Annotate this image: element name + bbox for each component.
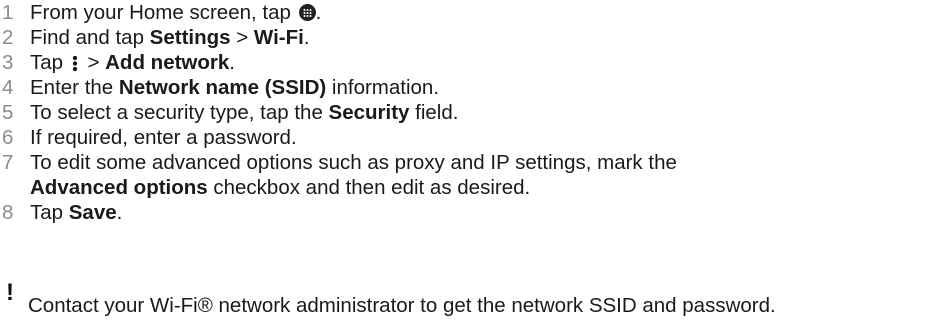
step-text: Tap Save. [30,200,941,225]
advanced-options-label: Advanced options [30,176,208,199]
step-5: 5 To select a security type, tap the Sec… [0,100,941,125]
step-text-part: Find and tap [30,26,150,49]
step-number: 5 [2,101,14,124]
step-text-part: > [230,26,254,49]
step-text: If required, enter a password. [30,126,297,149]
step-number: 2 [2,26,14,49]
step-text-part: From your Home screen, tap [30,1,297,24]
step-text-part: . [303,26,310,49]
save-label: Save [68,201,117,224]
note-text: Contact your Wi-Fi® network administrato… [28,294,776,317]
step-text: To select a security type, tap the Secur… [30,100,941,125]
step-text-part: To select a security type, tap the [30,101,329,124]
step-text-part: Tap [30,51,69,74]
step-3: 3 Tap > Add network. [0,50,941,75]
tip-note: ! Contact your Wi-Fi® network administra… [0,281,941,321]
step-text-part: . [315,1,322,24]
step-text-line: Advanced options checkbox and then edit … [30,175,941,200]
step-text-part: . [229,51,235,74]
step-number: 3 [2,51,14,74]
step-number: 1 [2,1,14,24]
step-text-part: Enter the [30,76,119,99]
step-text-part: Tap [30,201,69,224]
step-text-part: field. [409,101,459,124]
step-1: 1 From your Home screen, tap . [0,0,941,25]
step-8: 8 Tap Save. [0,200,941,225]
step-text-part: . [116,201,123,224]
apps-grid-icon [298,4,316,21]
step-4: 4 Enter the Network name (SSID) informat… [0,75,941,100]
step-7: 7 To edit some advanced options such as … [0,150,941,200]
network-name-label: Network name (SSID) [118,76,327,99]
step-6: 6 If required, enter a password. [0,125,941,150]
more-options-icon [71,53,79,72]
step-2: 2 Find and tap Settings > Wi-Fi. [0,25,941,50]
step-number: 6 [2,126,14,149]
step-text: From your Home screen, tap . [30,0,941,25]
step-number: 4 [2,76,14,99]
step-text-part: To edit some advanced options such as pr… [30,151,677,174]
step-number: 7 [2,151,14,174]
step-text-part: information. [326,76,440,99]
instruction-steps: 1 From your Home screen, tap . 2 Find an… [0,0,941,225]
settings-label: Settings [149,26,231,49]
step-text: To edit some advanced options such as pr… [30,150,941,200]
exclamation-icon: ! [6,279,14,306]
step-text: Tap > Add network. [30,50,941,75]
security-label: Security [328,101,410,124]
step-number: 8 [2,201,14,224]
step-text: Find and tap Settings > Wi-Fi. [30,25,941,50]
step-text: Enter the Network name (SSID) informatio… [30,75,941,100]
add-network-label: Add network [105,51,230,74]
wifi-label: Wi-Fi [253,26,304,49]
step-text-part: checkbox and then edit as desired. [207,176,531,199]
step-text-part: > [81,51,106,74]
